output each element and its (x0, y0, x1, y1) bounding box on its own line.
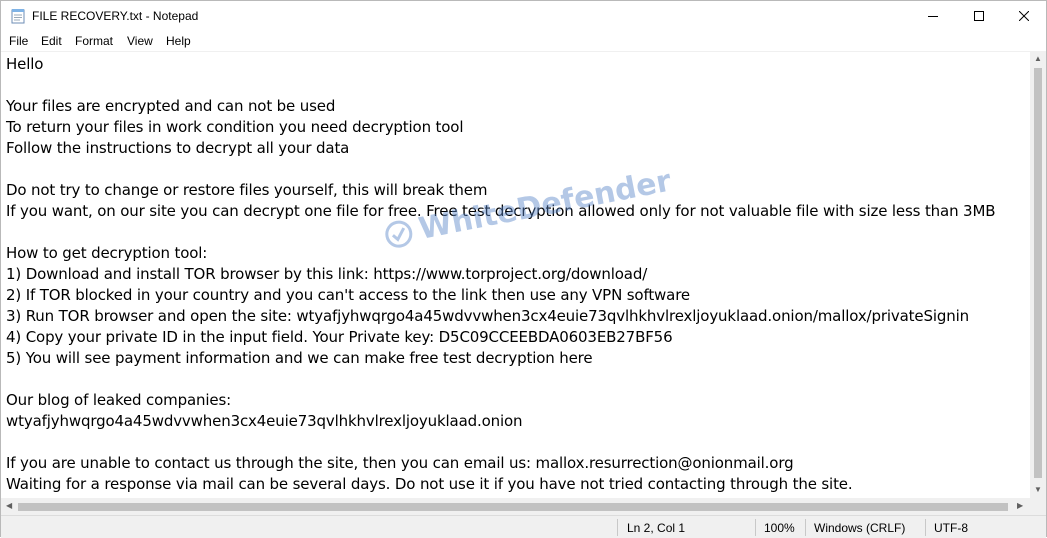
title-bar[interactable]: FILE RECOVERY.txt - Notepad (1, 1, 1046, 31)
vertical-scroll-thumb[interactable] (1034, 68, 1042, 478)
maximize-button[interactable] (956, 1, 1002, 31)
status-divider (805, 519, 806, 536)
scroll-down-icon[interactable]: ▼ (1034, 486, 1042, 494)
close-icon (1019, 11, 1029, 21)
menu-bar: File Edit Format View Help (1, 31, 1046, 51)
vertical-scrollbar[interactable]: ▲ ▼ (1030, 51, 1046, 498)
menu-format[interactable]: Format (75, 34, 113, 48)
menu-edit[interactable]: Edit (41, 34, 62, 48)
scroll-left-icon[interactable]: ◀ (6, 502, 12, 510)
close-button[interactable] (1001, 1, 1047, 31)
scroll-right-icon[interactable]: ▶ (1017, 502, 1023, 510)
scroll-up-icon[interactable]: ▲ (1034, 55, 1042, 63)
window-title: FILE RECOVERY.txt - Notepad (32, 9, 199, 23)
notepad-icon (11, 9, 25, 24)
maximize-icon (974, 11, 984, 21)
notepad-window: FILE RECOVERY.txt - Notepad File Edit Fo… (0, 0, 1047, 538)
text-editor[interactable]: Hello Your files are encrypted and can n… (1, 51, 1030, 499)
status-position: Ln 2, Col 1 (627, 521, 686, 535)
status-encoding: UTF-8 (934, 521, 968, 535)
status-line-ending: Windows (CRLF) (814, 521, 906, 535)
status-zoom: 100% (764, 521, 795, 535)
document-text[interactable]: Hello Your files are encrypted and can n… (6, 54, 996, 495)
menu-help[interactable]: Help (166, 34, 191, 48)
horizontal-scroll-thumb[interactable] (18, 503, 1008, 511)
scrollbar-corner (1030, 498, 1046, 515)
minimize-icon (928, 16, 938, 17)
menu-view[interactable]: View (127, 34, 153, 48)
minimize-button[interactable] (910, 1, 956, 31)
status-bar: Ln 2, Col 1 100% Windows (CRLF) UTF-8 (1, 515, 1046, 538)
status-divider (617, 519, 618, 536)
horizontal-scrollbar[interactable]: ◀ ▶ (1, 498, 1030, 515)
status-divider (755, 519, 756, 536)
status-divider (925, 519, 926, 536)
menu-file[interactable]: File (9, 34, 28, 48)
